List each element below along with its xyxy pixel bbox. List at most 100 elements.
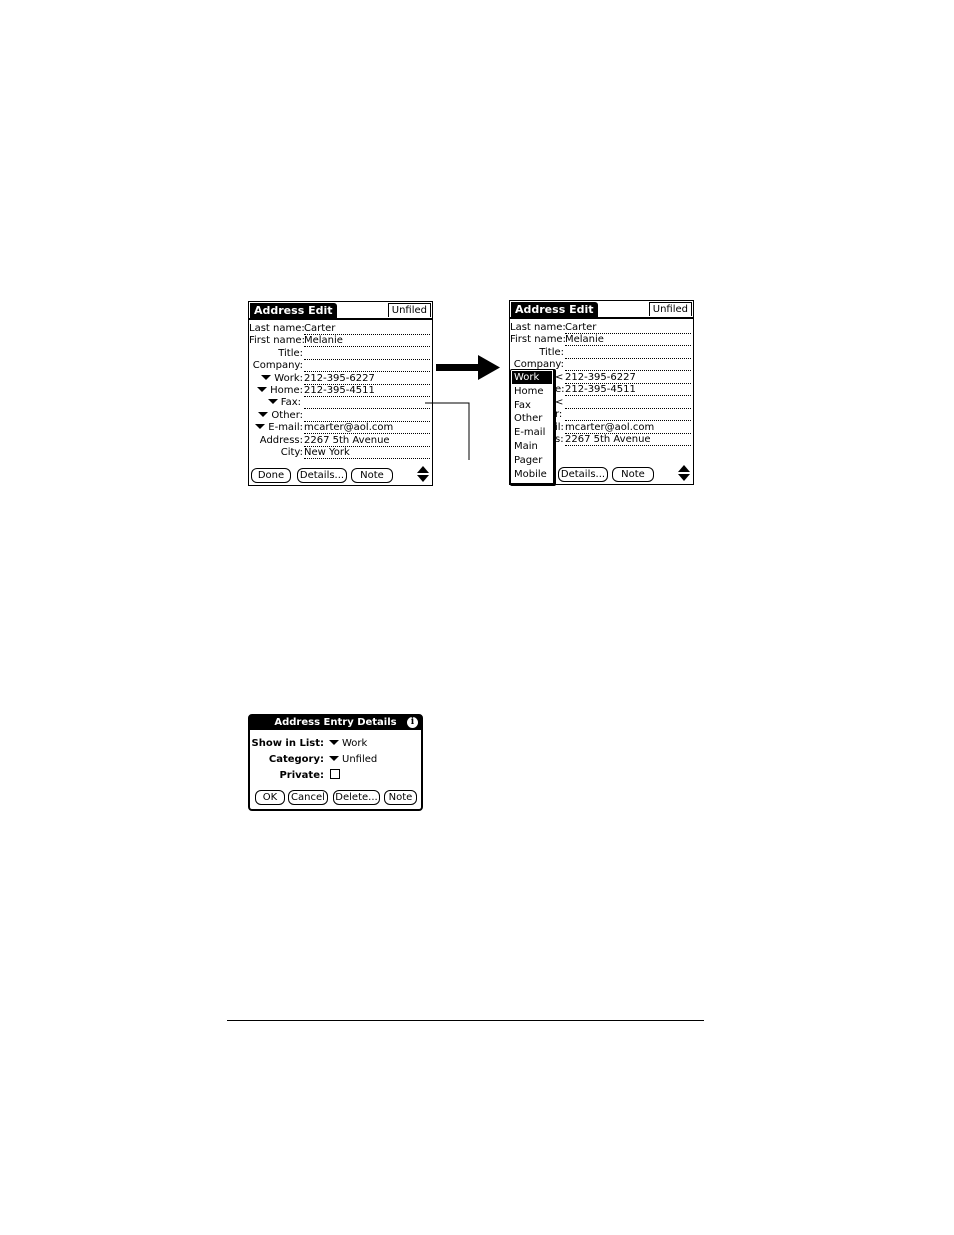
scroll-down-icon[interactable] — [417, 475, 429, 482]
footer-divider — [227, 1020, 704, 1021]
field-value[interactable] — [565, 408, 691, 422]
dropdown-triangle-icon[interactable] — [257, 387, 268, 392]
phone-type-popup[interactable]: Work Home Fax Other E-mail Main Pager Mobile — [510, 369, 556, 486]
field-label: Title: — [249, 347, 303, 360]
field-label-text: Last name: — [510, 322, 566, 333]
scroll-arrows[interactable] — [417, 466, 429, 484]
dropdown-triangle-icon — [329, 756, 339, 761]
scroll-up-icon[interactable] — [417, 466, 429, 473]
field-row: Title: — [249, 347, 430, 360]
info-icon[interactable]: i — [407, 717, 418, 728]
field-value[interactable] — [304, 347, 430, 360]
show-in-list-selector[interactable]: Work — [329, 737, 367, 751]
note-button[interactable]: Note — [612, 467, 654, 482]
cancel-button[interactable]: Cancel — [288, 790, 328, 805]
field-value[interactable] — [304, 409, 430, 422]
popup-item-pager[interactable]: Pager — [512, 454, 552, 467]
field-value[interactable]: 2267 5th Avenue — [304, 434, 430, 447]
scroll-down-icon[interactable] — [678, 474, 690, 481]
category-selector[interactable]: Unfiled — [329, 753, 377, 767]
field-value[interactable]: Carter — [304, 322, 430, 335]
popup-item-other[interactable]: Other — [512, 412, 552, 425]
field-label-text: Home: — [270, 385, 303, 396]
dialog-title: Address Entry Details — [274, 717, 397, 728]
field-label: < — [555, 396, 564, 409]
popup-item-work[interactable]: Work — [512, 371, 552, 384]
dropdown-triangle-icon[interactable] — [258, 411, 269, 417]
show-in-list-label: Show in List: — [251, 738, 324, 749]
scroll-up-icon[interactable] — [678, 465, 690, 472]
category-label: Category: — [268, 754, 324, 765]
category-selector[interactable]: Unfiled — [387, 303, 431, 317]
field-value[interactable]: Melanie — [304, 334, 430, 348]
field-row: Fax: — [249, 396, 430, 410]
note-button[interactable]: Note — [384, 790, 417, 805]
category-selector[interactable]: Unfiled — [648, 302, 692, 316]
screen-title: Address Edit — [511, 302, 598, 317]
delete-button[interactable]: Delete... — [333, 790, 380, 805]
field-label: r: — [555, 408, 564, 421]
arrow-right-icon — [436, 355, 500, 380]
note-button[interactable]: Note — [351, 468, 393, 483]
field-value[interactable] — [304, 359, 430, 373]
done-button[interactable]: Done — [251, 468, 291, 483]
popup-item-mobile[interactable]: Mobile — [512, 468, 552, 481]
dropdown-triangle-icon[interactable] — [267, 399, 278, 405]
field-label: First name: — [249, 334, 305, 347]
details-button[interactable]: Details... — [297, 468, 347, 483]
popup-item-fax[interactable]: Fax — [512, 399, 552, 412]
field-label-text: s: — [555, 434, 564, 445]
field-value[interactable]: 212-395-6227 — [304, 372, 430, 385]
field-value[interactable]: mcarter@aol.com — [304, 421, 430, 435]
field-value[interactable]: 212-395-4511 — [304, 384, 430, 397]
private-checkbox[interactable] — [330, 769, 340, 783]
address-edit-screen-right: Address Edit Unfiled Last name: Carter Fir… — [509, 300, 694, 486]
field-value[interactable] — [304, 396, 430, 410]
field-label-text: Title: — [539, 346, 564, 358]
field-value[interactable] — [565, 396, 691, 409]
field-label-text: E-mail: — [268, 422, 303, 434]
field-value[interactable] — [565, 346, 691, 359]
field-value[interactable]: 212-395-4511 — [565, 383, 691, 397]
field-label-text: Work: — [274, 372, 303, 384]
field-label[interactable]: Work: — [249, 372, 303, 385]
popup-item-home[interactable]: Home — [512, 385, 552, 398]
field-label: Title: — [510, 346, 564, 359]
field-label: First name: — [510, 333, 566, 346]
field-value[interactable]: New York — [304, 446, 430, 459]
checkbox-icon[interactable] — [330, 769, 340, 779]
field-row: Title: — [510, 346, 691, 359]
field-value[interactable]: 212-395-6227 — [565, 371, 691, 384]
details-button[interactable]: Details... — [558, 467, 608, 482]
address-entry-details-dialog: Address Entry Details i Show in List: Wo… — [248, 714, 423, 811]
field-label[interactable]: E-mail: — [249, 421, 303, 434]
dropdown-triangle-icon[interactable] — [261, 374, 272, 380]
field-label: City: — [249, 446, 303, 459]
field-label: s: — [555, 433, 564, 446]
field-row: Other: — [249, 409, 430, 422]
ok-button[interactable]: OK — [255, 790, 285, 805]
address-edit-screen-left: Address Edit Unfiled Last name: Carter Fir… — [248, 301, 433, 486]
show-in-list-row: Show in List: — [250, 737, 324, 751]
scroll-arrows[interactable] — [678, 465, 690, 483]
popup-item-main[interactable]: Main — [512, 440, 552, 453]
dialog-title-bar: Address Entry Details i — [250, 716, 421, 730]
field-row: First name: Melanie — [510, 333, 691, 347]
field-value[interactable]: mcarter@aol.com — [565, 421, 691, 434]
field-value[interactable]: 2267 5th Avenue — [565, 433, 691, 446]
show-in-list-value: Work — [342, 738, 368, 749]
dropdown-triangle-icon[interactable] — [255, 424, 266, 430]
field-value[interactable]: Carter — [565, 321, 691, 334]
field-row: Company: — [249, 359, 430, 373]
field-label: Last name: — [510, 321, 566, 334]
field-label[interactable]: Fax: — [249, 396, 301, 409]
field-label[interactable]: Home: — [249, 384, 303, 397]
field-label-text: First name: — [510, 334, 566, 346]
field-label[interactable]: Other: — [249, 409, 303, 422]
field-value[interactable] — [565, 358, 691, 372]
popup-item-e-mail[interactable]: E-mail — [512, 426, 552, 439]
field-label-text: Address: — [259, 434, 303, 446]
field-label-text: r: — [555, 409, 563, 421]
field-value[interactable]: Melanie — [565, 333, 691, 347]
field-label-text: Fax: — [280, 397, 301, 409]
